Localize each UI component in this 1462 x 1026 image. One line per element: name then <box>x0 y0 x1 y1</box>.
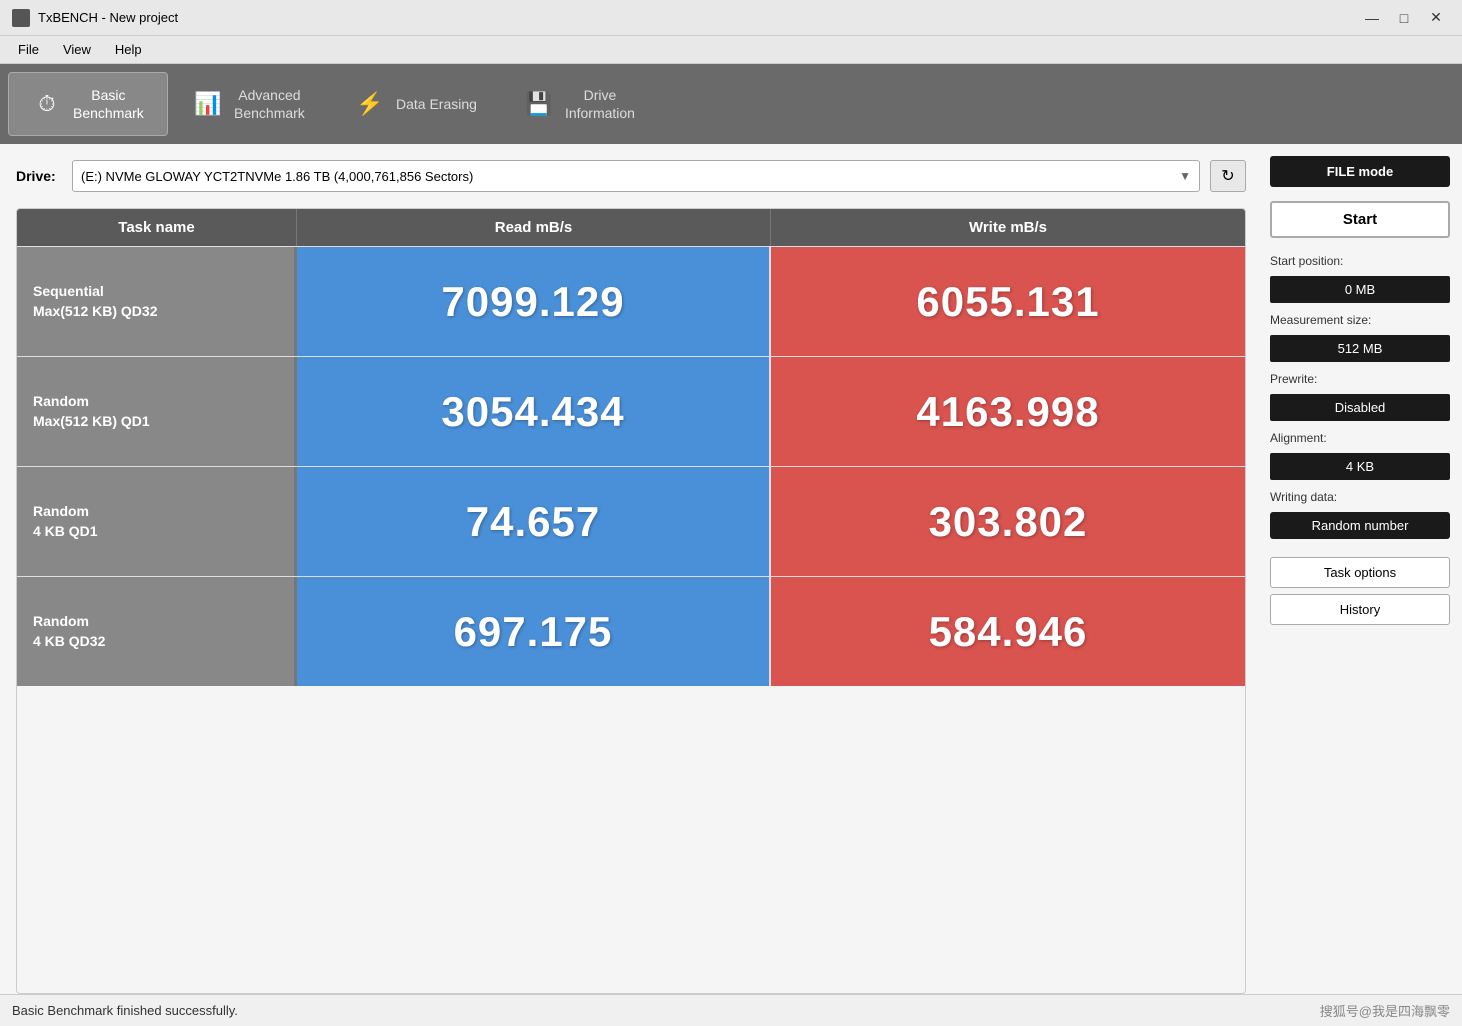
tab-erasing-label: Data Erasing <box>396 95 477 113</box>
main-area: Drive: (E:) NVMe GLOWAY YCT2TNVMe 1.86 T… <box>0 144 1462 994</box>
history-button[interactable]: History <box>1270 594 1450 625</box>
row4-read: 697.175 <box>297 577 771 686</box>
close-button[interactable]: ✕ <box>1422 7 1450 29</box>
writing-data-label: Writing data: <box>1270 490 1450 504</box>
file-mode-button[interactable]: FILE mode <box>1270 156 1450 187</box>
row2-write-value: 4163.998 <box>916 388 1099 436</box>
reload-icon: ↻ <box>1221 166 1234 186</box>
benchmark-table: Task name Read mB/s Write mB/s Sequentia… <box>16 208 1246 994</box>
status-bar: Basic Benchmark finished successfully. 搜… <box>0 994 1462 1026</box>
title-bar-controls: — □ ✕ <box>1358 7 1450 29</box>
minimize-button[interactable]: — <box>1358 7 1386 29</box>
row4-write-value: 584.946 <box>929 608 1088 656</box>
row2-read-value: 3054.434 <box>441 388 624 436</box>
data-erasing-icon: ⚡ <box>354 88 386 120</box>
table-row: Random4 KB QD32 697.175 584.946 <box>17 576 1245 686</box>
app-icon <box>12 9 30 27</box>
col-task-name: Task name <box>17 209 297 246</box>
menu-view[interactable]: View <box>53 40 101 59</box>
content-area: Drive: (E:) NVMe GLOWAY YCT2TNVMe 1.86 T… <box>0 144 1262 994</box>
table-header: Task name Read mB/s Write mB/s <box>17 209 1245 246</box>
tab-drive-label: DriveInformation <box>565 86 635 122</box>
measurement-size-value: 512 MB <box>1270 335 1450 362</box>
window-title: TxBENCH - New project <box>38 10 178 25</box>
row1-write: 6055.131 <box>771 247 1245 356</box>
prewrite-label: Prewrite: <box>1270 372 1450 386</box>
tab-basic-benchmark[interactable]: ⏱ BasicBenchmark <box>8 72 168 136</box>
drive-row: Drive: (E:) NVMe GLOWAY YCT2TNVMe 1.86 T… <box>16 160 1246 192</box>
table-row: SequentialMax(512 KB) QD32 7099.129 6055… <box>17 246 1245 356</box>
sidebar: FILE mode Start Start position: 0 MB Mea… <box>1262 144 1462 994</box>
drive-label: Drive: <box>16 168 62 184</box>
advanced-benchmark-icon: 📊 <box>192 88 224 120</box>
start-position-label: Start position: <box>1270 254 1450 268</box>
title-bar: TxBENCH - New project — □ ✕ <box>0 0 1462 36</box>
row3-name: Random4 KB QD1 <box>17 467 297 576</box>
row1-write-value: 6055.131 <box>916 278 1099 326</box>
maximize-button[interactable]: □ <box>1390 7 1418 29</box>
row3-write-value: 303.802 <box>929 498 1088 546</box>
col-write: Write mB/s <box>771 209 1245 246</box>
basic-benchmark-icon: ⏱ <box>31 88 63 120</box>
row4-read-value: 697.175 <box>454 608 613 656</box>
row4-name: Random4 KB QD32 <box>17 577 297 686</box>
drive-value: (E:) NVMe GLOWAY YCT2TNVMe 1.86 TB (4,00… <box>81 169 473 184</box>
table-row: Random4 KB QD1 74.657 303.802 <box>17 466 1245 576</box>
tab-basic-label: BasicBenchmark <box>73 86 144 122</box>
task-options-button[interactable]: Task options <box>1270 557 1450 588</box>
col-read: Read mB/s <box>297 209 771 246</box>
row3-read-value: 74.657 <box>466 498 600 546</box>
tab-drive-information[interactable]: 💾 DriveInformation <box>501 72 661 136</box>
chevron-down-icon: ▼ <box>1179 169 1191 183</box>
row4-write: 584.946 <box>771 577 1245 686</box>
menu-help[interactable]: Help <box>105 40 152 59</box>
row1-read-value: 7099.129 <box>441 278 624 326</box>
tab-advanced-label: AdvancedBenchmark <box>234 86 305 122</box>
writing-data-button[interactable]: Random number <box>1270 512 1450 539</box>
tab-data-erasing[interactable]: ⚡ Data Erasing <box>332 72 499 136</box>
prewrite-value: Disabled <box>1270 394 1450 421</box>
drive-select[interactable]: (E:) NVMe GLOWAY YCT2TNVMe 1.86 TB (4,00… <box>72 160 1200 192</box>
row3-read: 74.657 <box>297 467 771 576</box>
menu-file[interactable]: File <box>8 40 49 59</box>
watermark-text: 搜狐号@我是四海飘零 <box>1320 1001 1450 1020</box>
drive-information-icon: 💾 <box>523 88 555 120</box>
title-bar-left: TxBENCH - New project <box>12 9 178 27</box>
measurement-size-label: Measurement size: <box>1270 313 1450 327</box>
table-row: RandomMax(512 KB) QD1 3054.434 4163.998 <box>17 356 1245 466</box>
alignment-value: 4 KB <box>1270 453 1450 480</box>
status-text: Basic Benchmark finished successfully. <box>12 1003 238 1018</box>
toolbar: ⏱ BasicBenchmark 📊 AdvancedBenchmark ⚡ D… <box>0 64 1462 144</box>
row2-read: 3054.434 <box>297 357 771 466</box>
row2-write: 4163.998 <box>771 357 1245 466</box>
start-position-value: 0 MB <box>1270 276 1450 303</box>
start-button[interactable]: Start <box>1270 201 1450 238</box>
row1-read: 7099.129 <box>297 247 771 356</box>
alignment-label: Alignment: <box>1270 431 1450 445</box>
drive-reload-button[interactable]: ↻ <box>1210 160 1246 192</box>
menu-bar: File View Help <box>0 36 1462 64</box>
row2-name: RandomMax(512 KB) QD1 <box>17 357 297 466</box>
tab-advanced-benchmark[interactable]: 📊 AdvancedBenchmark <box>170 72 330 136</box>
row1-name: SequentialMax(512 KB) QD32 <box>17 247 297 356</box>
row3-write: 303.802 <box>771 467 1245 576</box>
